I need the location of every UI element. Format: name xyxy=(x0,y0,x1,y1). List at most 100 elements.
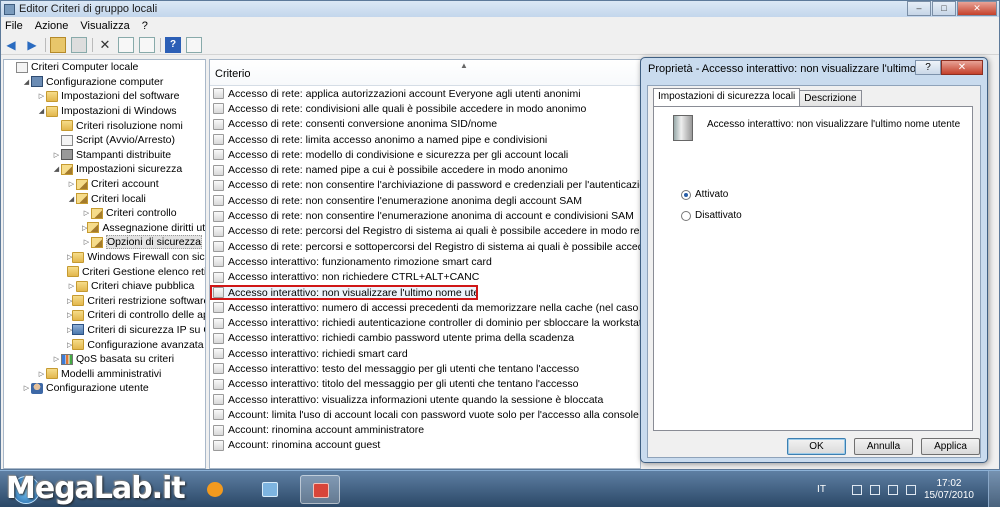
tree-item-label[interactable]: Opzioni di sicurezza xyxy=(106,235,202,250)
policy-row[interactable]: Accesso di rete: named pipe a cui è poss… xyxy=(210,162,640,177)
expand-toggle-icon[interactable]: ▷ xyxy=(52,151,61,159)
show-tree-icon[interactable] xyxy=(71,36,87,53)
policy-row[interactable]: Accesso interattivo: non richiedere CTRL… xyxy=(210,270,640,285)
tree-item[interactable]: ▷ Criteri chiave pubblica xyxy=(4,279,205,294)
media-player-taskbar-button[interactable] xyxy=(195,475,235,504)
policy-row[interactable]: Accesso di rete: non consentire l'enumer… xyxy=(210,193,640,208)
filter-icon[interactable] xyxy=(186,36,202,53)
expand-toggle-icon[interactable]: ▷ xyxy=(52,355,61,363)
expand-toggle-icon[interactable]: ▷ xyxy=(67,282,76,290)
expand-toggle-icon[interactable]: ▷ xyxy=(37,370,46,378)
policy-row[interactable]: Accesso di rete: condivisioni alle quali… xyxy=(210,101,640,116)
export-icon[interactable] xyxy=(139,36,155,53)
tree-item[interactable]: Criteri Computer locale xyxy=(4,60,205,75)
radio-enabled[interactable]: Attivato xyxy=(681,189,728,200)
clock[interactable]: 17:02 15/07/2010 xyxy=(924,478,974,502)
power-icon[interactable] xyxy=(905,484,916,495)
control-panel-taskbar-button[interactable] xyxy=(250,475,290,504)
dialog-close-button[interactable]: ✕ xyxy=(941,60,983,75)
back-arrow-icon[interactable]: ◀ xyxy=(3,37,19,53)
tree-item-label[interactable]: Windows Firewall con sicure xyxy=(87,251,205,263)
tree-item-label[interactable]: Script (Avvio/Arresto) xyxy=(76,134,175,146)
cancel-button[interactable]: Annulla xyxy=(854,438,913,455)
tree-item-label[interactable]: Configurazione avanzata dei xyxy=(87,339,205,351)
radio-enabled-label[interactable]: Attivato xyxy=(695,189,728,200)
tree-item-label[interactable]: Criteri restrizione software xyxy=(87,295,205,307)
show-desktop-button[interactable] xyxy=(988,471,1000,507)
column-header-criterio[interactable]: ▲ Criterio xyxy=(210,60,640,86)
expand-toggle-icon[interactable]: ◢ xyxy=(37,107,46,115)
tab-description[interactable]: Descrizione xyxy=(799,90,862,106)
properties-icon[interactable] xyxy=(118,36,134,53)
tree-item[interactable]: ◢ Criteri locali xyxy=(4,191,205,206)
policy-row[interactable]: Account: rinomina account amministratore xyxy=(210,423,640,438)
radio-disabled-icon[interactable] xyxy=(681,210,691,221)
tree-item-label[interactable]: QoS basata su criteri xyxy=(76,353,174,365)
tree-item-label[interactable]: Assegnazione diritti utent xyxy=(102,222,205,234)
tree-item-label[interactable]: Modelli amministrativi xyxy=(61,368,161,380)
tree-item[interactable]: ▷ Opzioni di sicurezza xyxy=(4,235,205,250)
tree-item[interactable]: Criteri Gestione elenco reti xyxy=(4,264,205,279)
tree-item[interactable]: ▷ QoS basata su criteri xyxy=(4,352,205,367)
policy-list-pane[interactable]: ▲ Criterio Accesso di rete: applica auto… xyxy=(209,59,641,469)
tree-item[interactable]: Script (Avvio/Arresto) xyxy=(4,133,205,148)
action-center-icon[interactable] xyxy=(851,484,862,495)
policy-row[interactable]: Account: rinomina account guest xyxy=(210,438,640,453)
tree-item-label[interactable]: Criteri account xyxy=(91,178,159,190)
radio-disabled[interactable]: Disattivato xyxy=(681,210,742,221)
tree-item[interactable]: Criteri risoluzione nomi xyxy=(4,118,205,133)
tree-item[interactable]: ▷ Criteri account xyxy=(4,177,205,192)
tree-item[interactable]: ▷ Modelli amministrativi xyxy=(4,366,205,381)
tree-item[interactable]: ▷Criteri di sicurezza IP su Com xyxy=(4,323,205,338)
tab-local-security-settings[interactable]: Impostazioni di sicurezza locali xyxy=(653,88,801,106)
dialog-help-button[interactable]: ? xyxy=(915,60,941,75)
radio-enabled-icon[interactable] xyxy=(681,189,691,200)
policy-row[interactable]: Account: limita l'uso di account locali … xyxy=(210,407,640,422)
tree-item[interactable]: ▷ Configurazione utente xyxy=(4,381,205,396)
tree-item[interactable]: ▷Assegnazione diritti utent xyxy=(4,221,205,236)
volume-icon[interactable] xyxy=(887,484,898,495)
maximize-button[interactable]: □ xyxy=(932,1,956,16)
tree-item-label[interactable]: Criteri Gestione elenco reti xyxy=(82,266,205,278)
tree-item[interactable]: ▷ Criteri restrizione software xyxy=(4,294,205,309)
tree-item[interactable]: ▷ Criteri di controllo delle appl xyxy=(4,308,205,323)
expand-toggle-icon[interactable]: ◢ xyxy=(52,165,61,173)
policy-row[interactable]: Accesso interattivo: visualizza informaz… xyxy=(210,392,640,407)
tree-item-label[interactable]: Criteri di controllo delle appl xyxy=(87,309,205,321)
network-icon[interactable] xyxy=(869,484,880,495)
tree-item[interactable]: ▷Configurazione avanzata dei xyxy=(4,337,205,352)
tree-item[interactable]: ◢ Configurazione computer xyxy=(4,75,205,90)
policy-row[interactable]: Accesso di rete: percorsi e sottopercors… xyxy=(210,239,640,254)
tree-item-label[interactable]: Configurazione utente xyxy=(46,382,149,394)
menu-file[interactable]: File xyxy=(5,20,23,32)
tree-item-label[interactable]: Stampanti distribuite xyxy=(76,149,171,161)
policy-row[interactable]: Accesso interattivo: numero di accessi p… xyxy=(210,300,640,315)
policy-editor-taskbar-button[interactable] xyxy=(300,475,340,504)
policy-row[interactable]: Accesso di rete: non consentire l'enumer… xyxy=(210,208,640,223)
ok-button[interactable]: OK xyxy=(787,438,846,455)
tree-item-label[interactable]: Impostazioni sicurezza xyxy=(76,163,182,175)
expand-toggle-icon[interactable]: ▷ xyxy=(22,384,31,392)
expand-toggle-icon[interactable]: ◢ xyxy=(22,78,31,86)
tree-item[interactable]: ▷ Impostazioni del software xyxy=(4,89,205,104)
policy-row[interactable]: Accesso di rete: modello di condivisione… xyxy=(210,147,640,162)
menu-visualizza[interactable]: Visualizza xyxy=(80,20,129,32)
menu-help[interactable]: ? xyxy=(142,20,148,32)
policy-row[interactable]: Accesso di rete: limita accesso anonimo … xyxy=(210,132,640,147)
tree-item-label[interactable]: Criteri locali xyxy=(91,193,146,205)
policy-row[interactable]: Accesso di rete: consenti conversione an… xyxy=(210,117,640,132)
tree-item-label[interactable]: Criteri chiave pubblica xyxy=(91,280,194,292)
expand-toggle-icon[interactable]: ▷ xyxy=(37,92,46,100)
forward-arrow-icon[interactable]: ▶ xyxy=(24,37,40,53)
expand-toggle-icon[interactable]: ▷ xyxy=(82,238,91,246)
minimize-button[interactable]: – xyxy=(907,1,931,16)
policy-row[interactable]: Accesso interattivo: richiedi cambio pas… xyxy=(210,331,640,346)
delete-icon[interactable]: ✕ xyxy=(97,37,113,53)
tree-item[interactable]: ▷ Stampanti distribuite xyxy=(4,148,205,163)
tree-item[interactable]: ◢ Impostazioni sicurezza xyxy=(4,162,205,177)
apply-button[interactable]: Applica xyxy=(921,438,980,455)
tree-item-label[interactable]: Criteri di sicurezza IP su Com xyxy=(87,324,205,336)
expand-toggle-icon[interactable]: ▷ xyxy=(82,209,91,217)
tree-item-label[interactable]: Impostazioni di Windows xyxy=(61,105,177,117)
tree-item-label[interactable]: Configurazione computer xyxy=(46,76,163,88)
